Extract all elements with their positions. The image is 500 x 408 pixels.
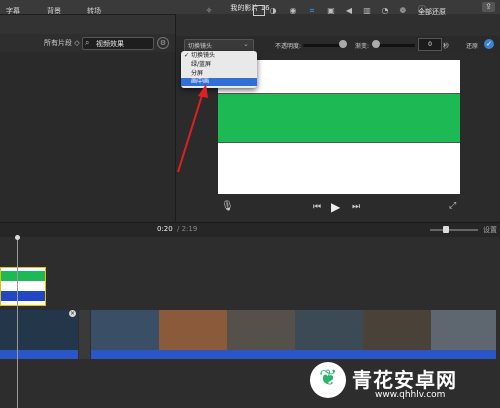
video-clip[interactable]: [91, 310, 496, 350]
timeline-settings-button[interactable]: 设置: [483, 225, 497, 235]
search-input[interactable]: ⌕ 视频效果: [82, 37, 154, 50]
menu-item-green-blue-screen[interactable]: 绿/蓝屏: [181, 61, 257, 69]
adjustment-toolbar: [176, 14, 500, 36]
color-correction-icon[interactable]: ◉: [287, 6, 299, 15]
fade-label: 渐变:: [355, 43, 370, 50]
search-icon: ⌕: [85, 38, 90, 47]
arrow-right-icon: ➜: [37, 270, 45, 284]
current-time: 0:20: [157, 225, 173, 233]
menu-item-split-screen[interactable]: 分屏: [181, 70, 257, 78]
leaf-icon: ❦: [319, 366, 338, 391]
clip-frame-thumbnail: [363, 310, 431, 350]
tab-backgrounds[interactable]: 背景: [47, 6, 61, 16]
share-icon[interactable]: ⇪: [482, 2, 495, 12]
clip-frame-thumbnail: [295, 310, 363, 350]
playhead-handle[interactable]: [15, 235, 20, 240]
preview-green-band: [218, 93, 460, 143]
fullscreen-icon[interactable]: ⤢: [449, 201, 456, 211]
fade-unit: 秒: [443, 43, 450, 50]
overlay-clip-blue-band: [1, 291, 45, 301]
crop-icon[interactable]: ⌗: [306, 6, 318, 16]
clip-gap: [79, 310, 90, 359]
apply-checkmark-button[interactable]: ✓: [484, 39, 494, 49]
opacity-slider-handle[interactable]: [339, 40, 347, 48]
clip-frame-thumbnail: [91, 310, 159, 350]
overlay-icon[interactable]: [253, 5, 265, 16]
timeline-zoom-handle[interactable]: [443, 226, 449, 233]
tab-transitions[interactable]: 转场: [87, 6, 101, 16]
clip-close-icon[interactable]: ×: [69, 310, 76, 317]
clip-frame-thumbnail: [431, 310, 496, 350]
volume-icon[interactable]: ◀: [343, 6, 355, 15]
speed-icon[interactable]: ◔: [379, 6, 391, 15]
color-balance-icon[interactable]: ◑: [267, 6, 279, 15]
fade-slider-handle[interactable]: [372, 40, 380, 48]
apply-label: 还原: [466, 43, 479, 50]
tab-titles[interactable]: 字幕: [6, 6, 20, 16]
overlay-clip[interactable]: ➜: [0, 267, 46, 306]
search-value: 视频效果: [96, 40, 124, 48]
skip-back-icon[interactable]: ⏮︎: [313, 202, 321, 212]
clip-filter-icon[interactable]: ❁: [397, 6, 409, 15]
red-arrow-annotation: [177, 84, 208, 173]
timeline-zoom-slider[interactable]: [430, 229, 478, 231]
watermark-brand: 青花安卓网: [352, 368, 457, 392]
video-clip[interactable]: [0, 310, 78, 350]
browser-filter-bar: 所有片段 ◇ ⌕ 视频效果 ⚙: [0, 34, 175, 53]
skip-forward-icon[interactable]: ⏭︎: [352, 202, 360, 212]
menu-item-cutaway[interactable]: ✓ 切换镜头: [181, 52, 257, 60]
overlay-style-value: 切换镜头: [188, 43, 213, 50]
browser-content: [0, 52, 175, 222]
audio-waveform[interactable]: [0, 350, 78, 359]
fade-value-field[interactable]: 0: [418, 38, 442, 51]
audio-waveform[interactable]: [91, 350, 496, 359]
checkmark-icon: ✓: [184, 52, 190, 59]
clips-filter-select[interactable]: 所有片段 ◇: [44, 38, 80, 48]
clip-frame-thumbnail: [159, 310, 227, 350]
gear-icon[interactable]: ⚙: [157, 37, 169, 49]
watermark-url: www.qhhlv.com: [375, 390, 446, 400]
reset-all-button[interactable]: 全部还原: [418, 7, 446, 17]
playhead[interactable]: [17, 236, 18, 408]
microphone-icon[interactable]: 🎙︎: [221, 201, 234, 212]
noise-reduction-icon[interactable]: ▥: [361, 6, 373, 15]
opacity-label: 不透明度:: [275, 43, 302, 50]
total-time: / 2:19: [177, 225, 198, 233]
play-icon[interactable]: ▶︎: [331, 200, 340, 214]
browser-tabs: [0, 15, 175, 35]
magic-wand-icon[interactable]: ✧: [203, 6, 215, 15]
clip-frame-thumbnail: [227, 310, 295, 350]
timecode-bar: [0, 222, 500, 238]
stabilization-icon[interactable]: ▣: [325, 6, 337, 15]
chevron-down-icon: ⌄: [243, 40, 249, 48]
